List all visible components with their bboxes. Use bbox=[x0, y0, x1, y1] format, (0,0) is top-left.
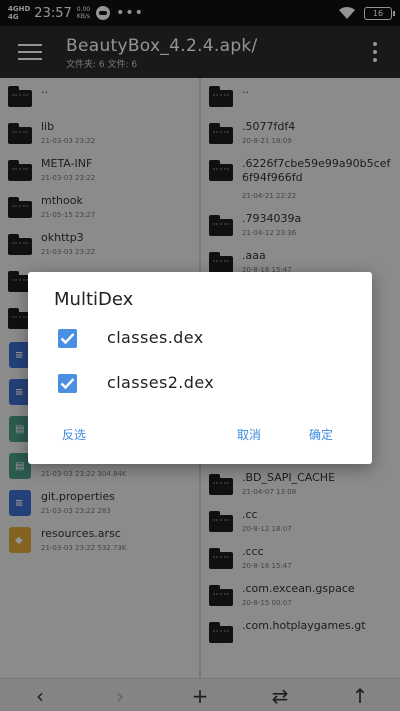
multidex-dialog: MultiDex classes.dex classes2.dex 反选 取消 … bbox=[28, 272, 372, 464]
checkmark-icon bbox=[60, 378, 75, 390]
dialog-title: MultiDex bbox=[54, 289, 134, 310]
dex-option-row[interactable]: classes.dex bbox=[54, 324, 354, 354]
invert-selection-button[interactable]: 反选 bbox=[62, 426, 86, 443]
dex-option-label: classes.dex bbox=[107, 328, 204, 347]
dex-option-row[interactable]: classes2.dex bbox=[54, 369, 354, 399]
cancel-button[interactable]: 取消 bbox=[237, 426, 261, 443]
ok-button[interactable]: 确定 bbox=[309, 426, 333, 443]
checkbox-checked[interactable] bbox=[58, 329, 77, 348]
dex-option-label: classes2.dex bbox=[107, 373, 215, 392]
checkbox-checked[interactable] bbox=[58, 374, 77, 393]
checkmark-icon bbox=[60, 333, 75, 345]
